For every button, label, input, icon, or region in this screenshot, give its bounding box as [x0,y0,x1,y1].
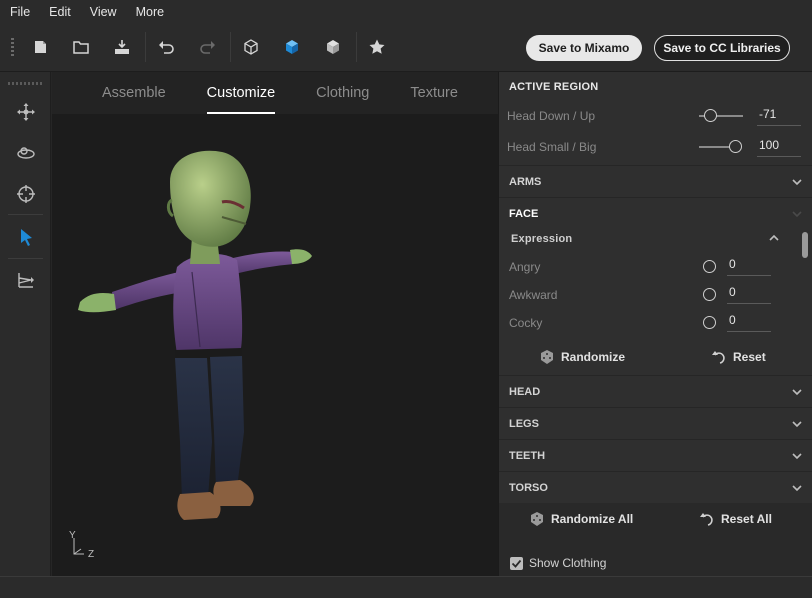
accordion-torso-label: TORSO [509,482,548,494]
accordion-arms[interactable]: ARMS [499,165,812,196]
head-down-up-input[interactable]: -71 [757,106,801,126]
expr-cocky-radio[interactable] [703,316,716,329]
chevron-down-icon [792,485,802,492]
toolbar-divider [145,32,146,62]
expr-angry-radio[interactable] [703,260,716,273]
accordion-arms-label: ARMS [509,176,542,188]
dice-icon [541,350,553,364]
menu-edit[interactable]: Edit [49,5,71,19]
left-toolbar [0,72,51,576]
expression-label: Expression [511,233,573,245]
character-model[interactable] [72,142,332,552]
expr-awkward-input[interactable]: 0 [727,284,771,304]
toolbar: Save to Mixamo Save to CC Libraries [0,24,812,72]
tab-clothing[interactable]: Clothing [316,72,369,114]
accordion-legs[interactable]: LEGS [499,407,812,438]
tab-texture[interactable]: Texture [410,72,458,114]
save-to-mixamo-button[interactable]: Save to Mixamo [526,35,642,61]
expr-awkward-label: Awkward [509,288,558,302]
chevron-up-icon[interactable] [768,232,780,244]
randomize-all-button[interactable]: Randomize All [529,511,633,527]
frame-icon[interactable] [13,267,39,293]
chevron-down-icon [792,179,802,186]
accordion-head[interactable]: HEAD [499,375,812,406]
chevron-down-icon [792,211,802,218]
import-icon[interactable] [109,34,135,60]
toolbar-divider [8,214,43,215]
accordion-torso[interactable]: TORSO [499,471,812,502]
head-small-big-label: Head Small / Big [507,140,597,154]
chevron-down-icon [792,453,802,460]
reset-button[interactable]: Reset [711,349,766,365]
reset-label: Reset [733,350,766,364]
expr-cocky-input[interactable]: 0 [727,312,771,332]
accordion-face-label: FACE [509,208,539,220]
undo-icon[interactable] [153,34,179,60]
reset-all-label: Reset All [721,512,772,526]
toolbar-grip[interactable] [11,38,14,58]
accordion-legs-label: LEGS [509,418,539,430]
wireframe-cube-icon[interactable] [238,34,264,60]
chevron-down-icon [792,389,802,396]
save-to-cc-libraries-button[interactable]: Save to CC Libraries [654,35,790,61]
toolbar-grip[interactable] [8,82,43,85]
menu-bar: File Edit View More [0,0,812,24]
move-icon[interactable] [13,99,39,125]
dice-icon [531,512,543,526]
accordion-head-label: HEAD [509,386,541,398]
head-down-up-label: Head Down / Up [507,109,596,123]
select-arrow-icon[interactable] [13,224,39,250]
accordion-teeth-label: TEETH [509,450,546,462]
reset-icon [700,513,713,526]
axis-y-label: Y [69,530,76,541]
new-file-icon[interactable] [27,34,53,60]
show-clothing-label: Show Clothing [529,556,607,570]
toolbar-divider [356,32,357,62]
mode-tabs: Assemble Customize Clothing Texture [52,72,498,114]
chevron-down-icon [792,421,802,428]
solid-cube-icon[interactable] [320,34,346,60]
head-small-big-input[interactable]: 100 [757,137,801,157]
accordion-teeth[interactable]: TEETH [499,439,812,470]
menu-more[interactable]: More [136,5,164,19]
star-icon[interactable] [364,34,390,60]
toolbar-divider [8,258,43,259]
axis-z-label: Z [88,549,95,560]
3d-viewport[interactable]: Assemble Customize Clothing Texture Y Z [52,72,498,576]
show-clothing-checkbox[interactable] [510,557,523,570]
accordion-face[interactable]: FACE [499,197,812,228]
reset-all-button[interactable]: Reset All [699,511,772,527]
head-small-big-slider-knob[interactable] [729,140,742,153]
properties-panel: ACTIVE REGION Head Down / Up -71 Head Sm… [498,72,812,576]
expr-cocky-label: Cocky [509,316,543,330]
expr-awkward-radio[interactable] [703,288,716,301]
panel-scrollbar[interactable] [802,232,808,258]
randomize-all-label: Randomize All [551,512,634,526]
toolbar-divider [230,32,231,62]
shaded-cube-icon[interactable] [279,34,305,60]
menu-file[interactable]: File [10,5,30,19]
target-icon[interactable] [13,181,39,207]
tab-customize[interactable]: Customize [206,72,275,114]
randomize-button[interactable]: Randomize [539,349,625,365]
section-title-active-region: ACTIVE REGION [509,81,599,93]
head-down-up-slider-knob[interactable] [704,109,717,122]
orbit-icon[interactable] [13,140,39,166]
randomize-label: Randomize [561,350,626,364]
status-bar [0,576,812,598]
open-folder-icon[interactable] [68,34,94,60]
expr-angry-input[interactable]: 0 [727,256,771,276]
reset-icon [712,351,725,364]
tab-assemble[interactable]: Assemble [102,72,166,114]
menu-view[interactable]: View [90,5,117,19]
checkmark-icon [511,559,522,568]
expr-angry-label: Angry [509,260,541,274]
redo-icon[interactable] [195,34,221,60]
